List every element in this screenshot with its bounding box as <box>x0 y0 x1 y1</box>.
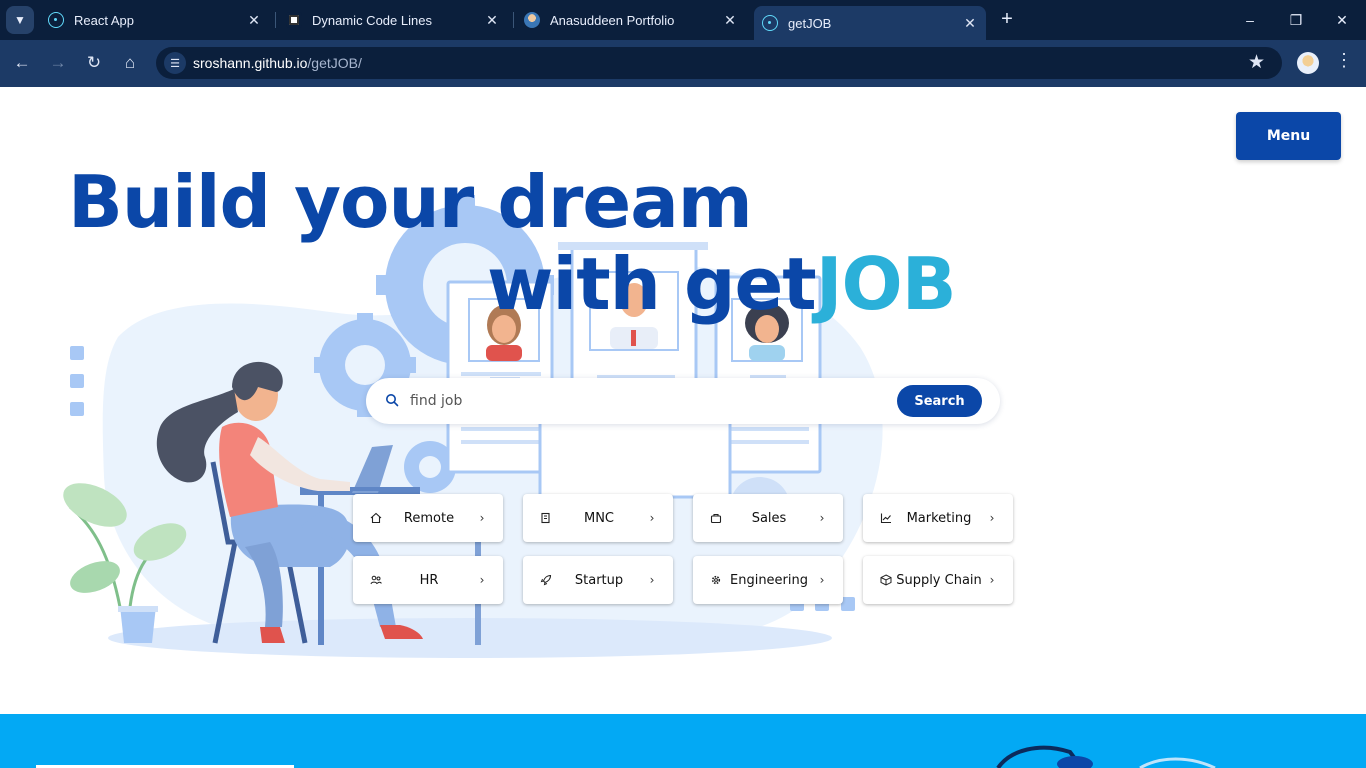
box-icon <box>880 574 892 586</box>
bookmark-star-icon[interactable]: ★ <box>1248 51 1265 74</box>
chevron-right-icon: › <box>649 511 655 525</box>
close-icon[interactable]: ✕ <box>960 15 980 32</box>
forward-icon[interactable]: → <box>45 50 71 76</box>
home-icon <box>370 512 382 524</box>
job-search-input[interactable] <box>410 387 880 415</box>
url-host: sroshann.github.io <box>193 55 308 71</box>
minimize-icon[interactable]: – <box>1238 8 1262 32</box>
site-info-icon[interactable]: ☰ <box>164 52 186 74</box>
category-mnc[interactable]: MNC › <box>523 494 673 542</box>
category-sales[interactable]: Sales › <box>693 494 843 542</box>
tab-getjob[interactable]: getJOB ✕ <box>754 6 986 40</box>
menu-button[interactable]: Menu <box>1236 112 1341 160</box>
tab-title: React App <box>74 12 134 28</box>
tab-divider <box>275 12 276 28</box>
chevron-right-icon: › <box>819 573 825 587</box>
rocket-icon <box>540 574 552 586</box>
category-label: Remote <box>403 510 455 526</box>
category-label: MNC <box>583 510 615 526</box>
category-supply-chain[interactable]: Supply Chain › <box>863 556 1013 604</box>
category-label: HR <box>419 572 439 588</box>
category-label: Sales <box>751 510 787 526</box>
tab-anasuddeen-portfolio[interactable]: Anasuddeen Portfolio ✕ <box>516 6 746 34</box>
category-label: Startup <box>574 572 624 588</box>
category-remote[interactable]: Remote › <box>353 494 503 542</box>
band-decoration <box>36 745 1216 768</box>
hero-headline-line1: Build your dream <box>68 160 753 244</box>
hero-headline-prefix: with get <box>487 242 817 326</box>
chevron-right-icon: › <box>479 511 485 525</box>
gear-icon <box>711 575 721 585</box>
search-icon <box>386 394 399 407</box>
react-icon <box>48 12 64 28</box>
next-section-band <box>0 714 1366 768</box>
tab-divider <box>513 12 514 28</box>
chart-icon <box>880 513 891 524</box>
chevron-right-icon: › <box>479 573 485 587</box>
building-icon <box>541 512 550 524</box>
people-icon <box>370 575 382 585</box>
profile-avatar[interactable] <box>1297 52 1319 74</box>
hero-headline-accent: JOB <box>815 242 957 326</box>
openai-icon <box>286 12 302 28</box>
new-tab-icon[interactable]: + <box>996 8 1018 32</box>
close-icon[interactable]: ✕ <box>482 12 502 29</box>
home-icon[interactable]: ⌂ <box>117 50 143 76</box>
avatar-icon <box>524 12 540 28</box>
close-icon[interactable]: ✕ <box>720 12 740 29</box>
chevron-right-icon: › <box>989 511 995 525</box>
restore-icon[interactable]: ❐ <box>1284 8 1308 32</box>
chevron-right-icon: › <box>819 511 825 525</box>
address-url[interactable]: sroshann.github.io/getJOB/ <box>193 55 362 71</box>
hero-headline-line2: with getJOB <box>487 241 957 327</box>
category-marketing[interactable]: Marketing › <box>863 494 1013 542</box>
url-path: /getJOB/ <box>307 55 362 71</box>
tab-dynamic-code-lines[interactable]: Dynamic Code Lines ✕ <box>278 6 508 34</box>
close-icon[interactable]: ✕ <box>244 12 264 29</box>
page-viewport: Menu Build your dream with getJOB Search… <box>0 87 1366 768</box>
chevron-right-icon: › <box>649 573 655 587</box>
tab-title: Dynamic Code Lines <box>312 12 432 28</box>
back-icon[interactable]: ← <box>9 50 35 76</box>
category-hr[interactable]: HR › <box>353 556 503 604</box>
chevron-right-icon: › <box>989 573 995 587</box>
close-window-icon[interactable]: ✕ <box>1330 8 1354 32</box>
job-search-bar: Search <box>366 378 1000 424</box>
category-engineering[interactable]: Engineering › <box>693 556 843 604</box>
browser-tab-strip: ▼ React App ✕ Dynamic Code Lines ✕ Anasu… <box>0 0 1366 40</box>
reload-icon[interactable]: ↻ <box>81 50 107 76</box>
search-button[interactable]: Search <box>897 385 982 417</box>
browser-menu-icon[interactable]: ⋮ <box>1334 50 1354 71</box>
tab-react-app[interactable]: React App ✕ <box>40 6 270 34</box>
react-icon <box>762 15 778 31</box>
tab-title: Anasuddeen Portfolio <box>550 12 675 28</box>
category-startup[interactable]: Startup › <box>523 556 673 604</box>
category-label: Supply Chain <box>896 572 982 588</box>
bag-icon <box>710 513 722 524</box>
category-label: Marketing <box>906 510 972 526</box>
tab-search-chevron-icon[interactable]: ▼ <box>6 6 34 34</box>
tab-title: getJOB <box>788 15 832 31</box>
category-label: Engineering <box>730 572 808 588</box>
